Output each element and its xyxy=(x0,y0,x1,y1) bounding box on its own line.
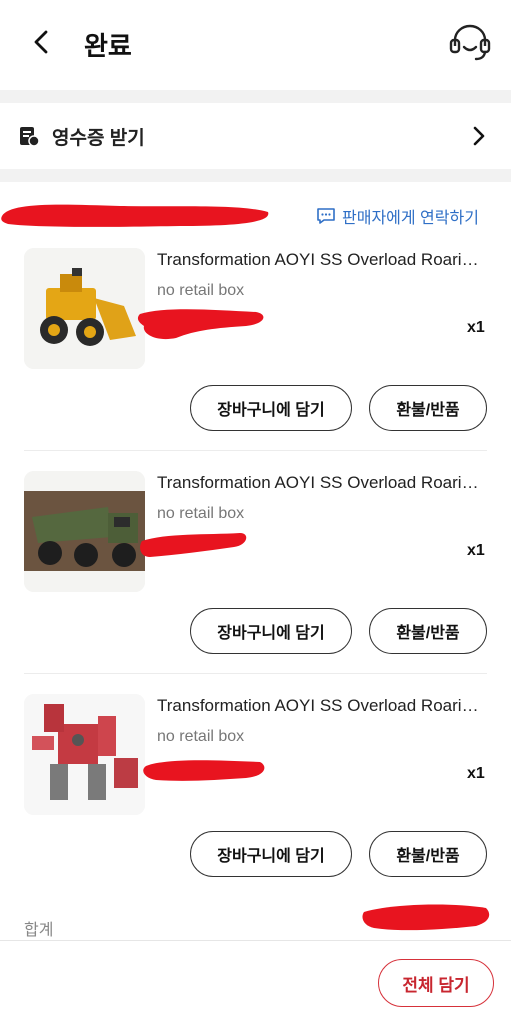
green-dump-truck-image[interactable] xyxy=(24,471,145,592)
item-option: no retail box xyxy=(157,505,245,522)
item-quantity: x1 xyxy=(467,765,485,782)
order-item: Transformation AOYI SS Overload Roaring … xyxy=(0,628,511,877)
red-robot-image[interactable] xyxy=(24,694,145,815)
item-option: no retail box xyxy=(157,728,245,745)
item-name[interactable]: Transformation AOYI SS Overload Roaring … xyxy=(157,473,487,493)
headset-icon[interactable] xyxy=(448,22,492,62)
receipt-icon xyxy=(20,127,40,147)
bottom-bar: 전체 담기 xyxy=(0,940,511,1025)
price-redaction xyxy=(140,533,247,557)
total-amount-redaction xyxy=(362,904,490,931)
receipt-row[interactable]: 영수증 받기 xyxy=(0,103,511,169)
yellow-loader-robot-image[interactable] xyxy=(24,248,145,369)
back-arrow-icon[interactable] xyxy=(28,28,56,56)
item-name[interactable]: Transformation AOYI SS Overload Roaring … xyxy=(157,696,487,716)
item-quantity: x1 xyxy=(467,319,485,336)
order-item: Transformation AOYI SS Overload Roaring … xyxy=(0,182,511,451)
receipt-label: 영수증 받기 xyxy=(52,128,145,149)
price-redaction xyxy=(137,309,264,340)
order-card: 판매자에게 연락하기 Transformation AOYI SS Overlo… xyxy=(0,182,511,1024)
item-option: no retail box xyxy=(157,282,245,299)
chevron-right-icon[interactable] xyxy=(470,125,488,147)
add-to-cart-button[interactable]: 장바구니에 담기 xyxy=(190,831,352,877)
item-quantity: x1 xyxy=(467,542,485,559)
add-all-to-cart-button[interactable]: 전체 담기 xyxy=(378,959,494,1007)
price-redaction xyxy=(143,760,265,781)
total-label: 합계 xyxy=(24,922,54,939)
header: 완료 xyxy=(0,0,511,90)
item-name[interactable]: Transformation AOYI SS Overload Roaring … xyxy=(157,250,487,270)
page-title: 완료 xyxy=(84,31,132,61)
order-item: Transformation AOYI SS Overload Roaring … xyxy=(0,405,511,674)
refund-return-button[interactable]: 환불/반품 xyxy=(369,831,487,877)
